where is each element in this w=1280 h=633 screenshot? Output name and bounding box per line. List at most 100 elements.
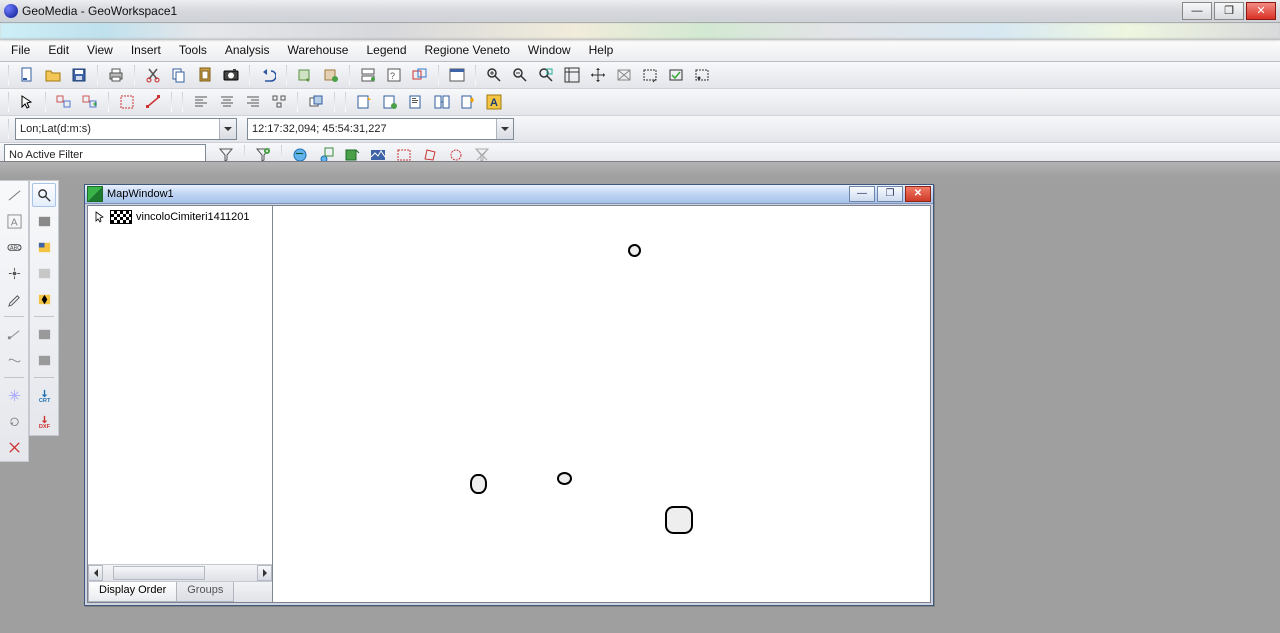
edit-feature-icon[interactable] <box>378 90 402 114</box>
menu-edit[interactable]: Edit <box>39 40 78 61</box>
chevron-down-icon[interactable] <box>496 119 513 139</box>
map-feature[interactable] <box>557 472 572 485</box>
coord-value-combo[interactable]: 12:17:32,094; 45:54:31,227 <box>247 118 514 140</box>
select-fence-icon[interactable] <box>115 90 139 114</box>
layer-dim-icon[interactable] <box>32 261 56 285</box>
window-close-button[interactable]: ✕ <box>1246 2 1276 20</box>
scroll-thumb[interactable] <box>113 566 205 580</box>
select-tool[interactable] <box>15 90 39 114</box>
select-rect-icon[interactable] <box>638 63 662 87</box>
scroll-track[interactable] <box>103 565 257 581</box>
select-polygon-icon[interactable] <box>690 63 714 87</box>
select-checked-icon[interactable] <box>664 63 688 87</box>
layer-color-icon[interactable] <box>32 235 56 259</box>
print-button[interactable] <box>104 63 128 87</box>
left-palette-draw: A ABC <box>0 180 29 462</box>
zoom-box-button[interactable] <box>534 63 558 87</box>
layer-off-icon[interactable] <box>32 209 56 233</box>
menu-insert[interactable]: Insert <box>122 40 170 61</box>
menu-regione[interactable]: Regione Veneto <box>416 40 519 61</box>
map-feature[interactable] <box>470 474 487 494</box>
zoom-tool-icon[interactable] <box>32 183 56 207</box>
export-dxf-icon[interactable]: DXF <box>32 409 56 433</box>
fit-all-button[interactable] <box>560 63 584 87</box>
zoom-in-button[interactable] <box>482 63 506 87</box>
feature-export-icon[interactable] <box>456 90 480 114</box>
menu-legend[interactable]: Legend <box>357 40 415 61</box>
delete-icon[interactable] <box>2 435 26 459</box>
select-add-icon[interactable] <box>78 90 102 114</box>
app-icon <box>4 4 18 18</box>
menu-tools[interactable]: Tools <box>170 40 216 61</box>
feature-link-icon[interactable] <box>430 90 454 114</box>
legend-tree[interactable]: vincoloCimiteri1411201 <box>88 206 272 564</box>
window-maximize-button[interactable]: ❐ <box>1214 2 1244 20</box>
map-window-minimize[interactable]: — <box>849 186 875 202</box>
layer-gray2-icon[interactable] <box>32 348 56 372</box>
new-feature-icon[interactable] <box>352 90 376 114</box>
spatial-query-button[interactable] <box>408 63 432 87</box>
menu-help[interactable]: Help <box>580 40 623 61</box>
rotate-icon[interactable] <box>2 409 26 433</box>
pan-button[interactable] <box>586 63 610 87</box>
map-window-maximize[interactable]: ❐ <box>877 186 903 202</box>
refresh-data-button[interactable] <box>293 63 317 87</box>
legend-horizontal-scrollbar[interactable] <box>88 564 272 581</box>
queries-button[interactable] <box>356 63 380 87</box>
select-set-icon[interactable] <box>52 90 76 114</box>
scroll-left-button[interactable] <box>88 565 103 581</box>
previous-view-button[interactable] <box>612 63 636 87</box>
copy-button[interactable] <box>167 63 191 87</box>
menu-warehouse[interactable]: Warehouse <box>279 40 358 61</box>
move-vertex-icon[interactable] <box>2 322 26 346</box>
align-right-icon[interactable] <box>241 90 265 114</box>
text-style-icon[interactable]: A <box>482 90 506 114</box>
data-window-button[interactable] <box>445 63 469 87</box>
align-left-icon[interactable] <box>189 90 213 114</box>
refresh-all-button[interactable] <box>319 63 343 87</box>
export-crt-icon[interactable]: CRT <box>32 383 56 407</box>
bring-front-icon[interactable] <box>304 90 328 114</box>
chevron-down-icon[interactable] <box>219 119 236 139</box>
distribute-icon[interactable] <box>267 90 291 114</box>
separator <box>45 92 46 112</box>
zoom-out-button[interactable] <box>508 63 532 87</box>
undo-button[interactable] <box>256 63 280 87</box>
draw-point-icon[interactable] <box>2 261 26 285</box>
map-feature[interactable] <box>665 506 693 534</box>
map-window-titlebar[interactable]: MapWindow1 — ❐ ✕ <box>85 185 933 204</box>
save-button[interactable] <box>67 63 91 87</box>
separator <box>4 316 24 317</box>
map-canvas[interactable] <box>273 206 930 602</box>
draw-edit-icon[interactable] <box>2 287 26 311</box>
legend-entry-0[interactable]: vincoloCimiteri1411201 <box>94 210 270 224</box>
layer-highlight-icon[interactable] <box>32 287 56 311</box>
scroll-right-button[interactable] <box>257 565 272 581</box>
map-feature[interactable] <box>628 244 641 257</box>
tab-groups[interactable]: Groups <box>176 582 234 602</box>
select-line-icon[interactable] <box>141 90 165 114</box>
menu-file[interactable]: File <box>2 40 39 61</box>
break-line-icon[interactable] <box>2 348 26 372</box>
open-button[interactable] <box>41 63 65 87</box>
snapshot-button[interactable] <box>219 63 243 87</box>
paste-button[interactable] <box>193 63 217 87</box>
tab-display-order[interactable]: Display Order <box>88 582 177 602</box>
draw-line-icon[interactable] <box>2 183 26 207</box>
layer-gray1-icon[interactable] <box>32 322 56 346</box>
snap-icon[interactable] <box>2 383 26 407</box>
window-minimize-button[interactable]: — <box>1182 2 1212 20</box>
menu-view[interactable]: View <box>78 40 122 61</box>
align-center-icon[interactable] <box>215 90 239 114</box>
menu-analysis[interactable]: Analysis <box>216 40 279 61</box>
attribute-query-button[interactable]: ? <box>382 63 406 87</box>
coord-format-combo[interactable]: Lon;Lat(d:m:s) <box>15 118 237 140</box>
draw-text-icon[interactable]: A <box>2 209 26 233</box>
cut-button[interactable] <box>141 63 165 87</box>
menu-window[interactable]: Window <box>519 40 580 61</box>
map-window-close[interactable]: ✕ <box>905 186 931 202</box>
feature-props-icon[interactable] <box>404 90 428 114</box>
separator <box>134 65 135 85</box>
draw-label-icon[interactable]: ABC <box>2 235 26 259</box>
new-button[interactable] <box>15 63 39 87</box>
